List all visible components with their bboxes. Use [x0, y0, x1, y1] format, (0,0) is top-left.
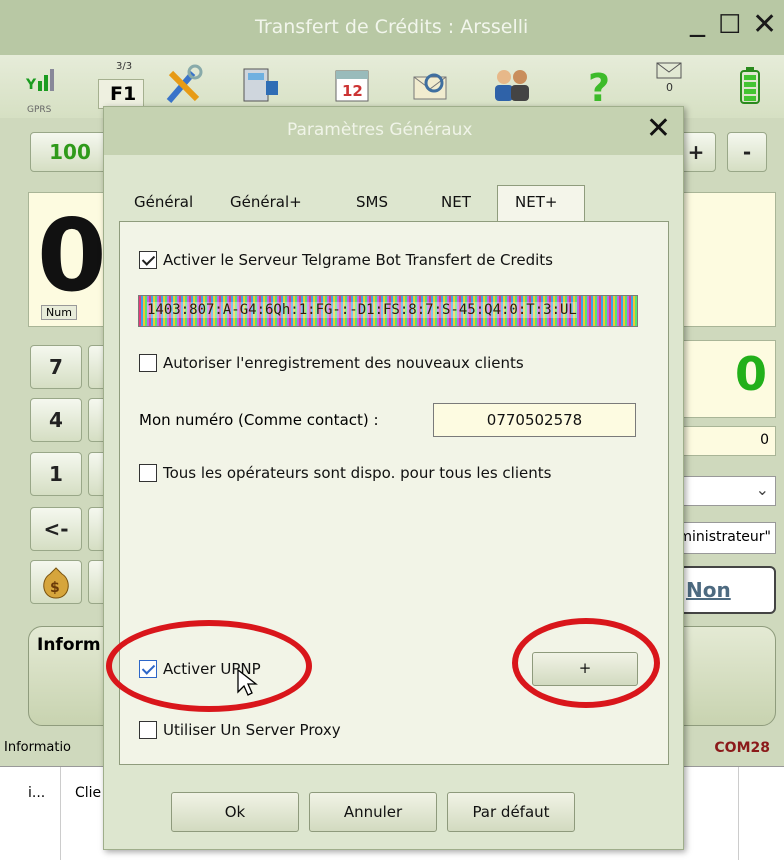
page-counter: 3/3 [116, 61, 133, 72]
proxy-label: Utiliser Un Server Proxy [163, 721, 341, 739]
key-7[interactable]: 7 [30, 345, 82, 389]
envelope-icon[interactable]: 0 [655, 61, 699, 105]
users-icon[interactable] [490, 63, 534, 107]
operator-select[interactable]: ⌄ [676, 476, 776, 506]
table-col-1: i... [28, 785, 46, 801]
window-title: Transfert de Crédits : Arsselli [255, 16, 529, 38]
tab-general[interactable]: Général [134, 193, 193, 211]
battery-icon [733, 63, 777, 107]
svg-text:$: $ [50, 580, 60, 596]
mail-badge: 0 [666, 81, 673, 94]
admin-field: ministrateur" [676, 522, 776, 554]
svg-text:?: ? [588, 66, 610, 107]
minimize-button[interactable]: _ [690, 6, 705, 36]
small-value-field: 0 [676, 426, 776, 456]
display-panel: 0 Num [28, 192, 108, 327]
close-button[interactable]: ✕ [752, 10, 777, 40]
svg-text:Y: Y [25, 77, 37, 93]
f1-button[interactable]: F1 [98, 79, 144, 109]
tab-netplus[interactable]: NET+ [515, 193, 557, 211]
tab-general-plus[interactable]: Général+ [230, 193, 302, 211]
minus-button[interactable]: - [727, 132, 767, 172]
all-operators-checkbox[interactable] [139, 464, 157, 482]
total-panel: 0 [676, 340, 776, 418]
signal-label: GPRS [27, 105, 52, 115]
telegram-bot-checkbox-row[interactable]: Activer le Serveur Telgrame Bot Transfer… [139, 251, 553, 269]
f1-label: F1 [110, 83, 137, 105]
key-4[interactable]: 4 [30, 398, 82, 442]
total-value: 0 [734, 347, 767, 401]
all-operators-row[interactable]: Tous les opérateurs sont dispo. pour tou… [139, 464, 551, 482]
dialog-title-bar: Paramètres Généraux ✕ [104, 107, 683, 155]
admin-text: ministrateur" [678, 529, 771, 545]
right-panel [676, 192, 776, 327]
allow-new-clients-row[interactable]: Autoriser l'enregistrement des nouveaux … [139, 354, 524, 372]
big-digit: 0 [37, 197, 107, 314]
dialog-title: Paramètres Généraux [287, 120, 473, 140]
telegram-bot-label: Activer le Serveur Telgrame Bot Transfer… [163, 251, 553, 269]
dialog-close-button[interactable]: ✕ [646, 109, 671, 149]
default-button[interactable]: Par défaut [447, 792, 575, 832]
highlight-ring-plus [512, 618, 660, 708]
my-number-label: Mon numéro (Comme contact) : [139, 411, 379, 429]
non-label: Non [686, 578, 731, 602]
my-number-field[interactable]: 0770502578 [433, 403, 636, 437]
calculator-icon[interactable] [238, 63, 282, 107]
chevron-down-icon: ⌄ [755, 480, 769, 499]
allow-new-clients-checkbox[interactable] [139, 354, 157, 372]
bot-token-value: 1403:807:A-G4:6Qh:1:FG-:-D1:FS:8:7:S-45:… [147, 302, 577, 318]
table-col-2: Clie [75, 785, 102, 801]
key-backspace[interactable]: <- [30, 507, 82, 551]
all-operators-label: Tous les opérateurs sont dispo. pour tou… [163, 464, 552, 482]
money-bag-icon: $ [43, 567, 69, 599]
info-label: Inform [37, 635, 101, 655]
bot-token-field[interactable]: 1403:807:A-G4:6Qh:1:FG-:-D1:FS:8:7:S-45:… [138, 295, 638, 327]
tab-sms[interactable]: SMS [356, 193, 388, 211]
small-value: 0 [760, 432, 769, 448]
status-left: Informatio [4, 740, 72, 755]
proxy-row[interactable]: Utiliser Un Server Proxy [139, 721, 341, 739]
money-bag-button[interactable]: $ [30, 560, 82, 604]
main-title-bar: Transfert de Crédits : Arsselli _ ☐ ✕ [0, 0, 784, 55]
svg-text:12: 12 [342, 82, 363, 100]
telegram-bot-checkbox[interactable] [139, 251, 157, 269]
calendar-icon[interactable]: 12 [330, 63, 374, 107]
amount-button[interactable]: 100 [30, 132, 110, 172]
key-1[interactable]: 1 [30, 452, 82, 496]
mail-search-icon[interactable] [410, 63, 454, 107]
ok-button[interactable]: Ok [171, 792, 299, 832]
proxy-checkbox[interactable] [139, 721, 157, 739]
tools-icon[interactable] [163, 63, 207, 107]
tab-net[interactable]: NET [441, 193, 471, 211]
signal-icon: Y [22, 63, 66, 107]
settings-dialog: Paramètres Généraux ✕ Général Général+ S… [103, 106, 684, 850]
allow-new-clients-label: Autoriser l'enregistrement des nouveaux … [163, 354, 524, 372]
cancel-button[interactable]: Annuler [309, 792, 437, 832]
num-badge: Num [41, 305, 77, 320]
maximize-button[interactable]: ☐ [718, 10, 741, 40]
highlight-ring-upnp [106, 620, 312, 712]
help-icon[interactable]: ? [580, 63, 624, 110]
status-right: COM28 [714, 740, 770, 756]
non-button[interactable]: Non [676, 566, 776, 614]
